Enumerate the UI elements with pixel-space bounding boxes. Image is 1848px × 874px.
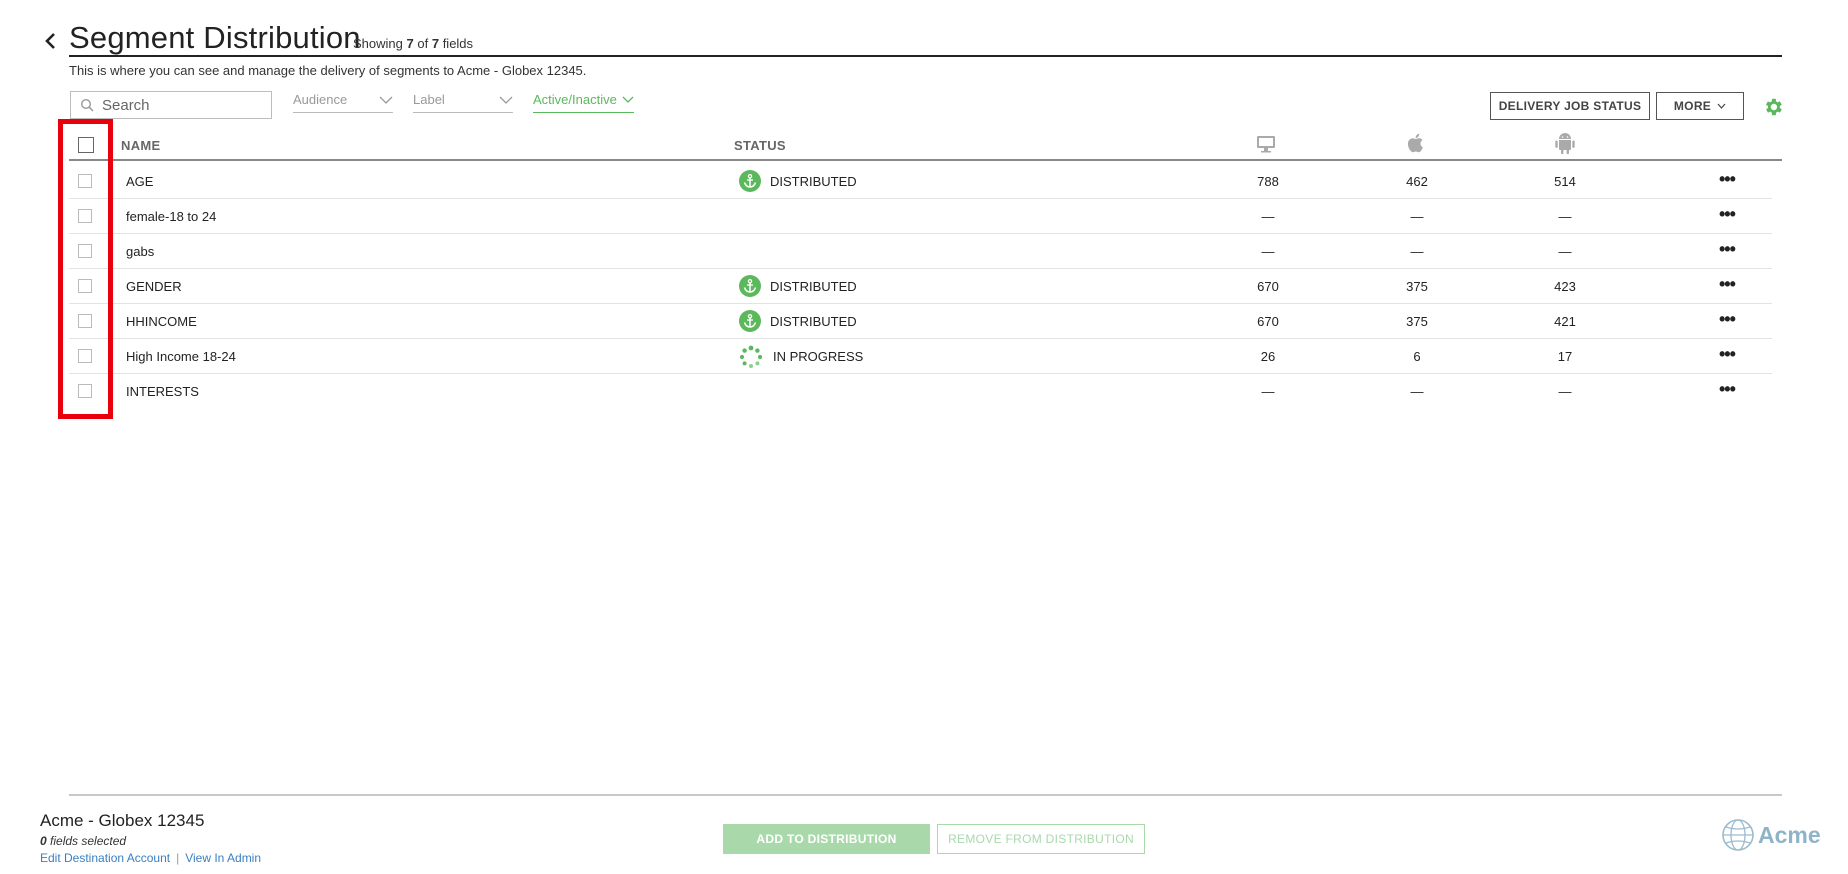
table-row[interactable]: gabs — — — •••: [69, 234, 1772, 269]
chevron-down-icon: [1717, 103, 1726, 109]
row-checkbox[interactable]: [78, 349, 92, 363]
anchor-icon: [739, 310, 761, 332]
page-subtitle: This is where you can see and manage the…: [69, 63, 587, 78]
brand-logo: Acme: [1721, 818, 1821, 852]
ios-count: —: [1410, 209, 1424, 224]
row-menu-icon[interactable]: •••: [1719, 240, 1736, 258]
row-menu-icon[interactable]: •••: [1719, 310, 1736, 328]
ios-count: 375: [1406, 314, 1428, 329]
desktop-count: —: [1261, 244, 1275, 259]
apple-icon: [1406, 133, 1424, 158]
ios-count: —: [1410, 384, 1424, 399]
delivery-job-status-button[interactable]: DELIVERY JOB STATUS: [1490, 92, 1650, 120]
footer-bar: Acme - Globex 12345 0 fields selected Ed…: [0, 798, 1848, 874]
edit-destination-link[interactable]: Edit Destination Account: [40, 851, 170, 865]
segment-name: INTERESTS: [126, 384, 199, 399]
ios-count: 375: [1406, 279, 1428, 294]
table-header: NAME STATUS: [69, 130, 1782, 161]
segment-name: HHINCOME: [126, 314, 197, 329]
status-text: DISTRIBUTED: [770, 279, 857, 294]
segment-name: High Income 18-24: [126, 349, 236, 364]
audience-filter[interactable]: Audience: [293, 91, 393, 113]
desktop-count: —: [1261, 384, 1275, 399]
row-menu-icon[interactable]: •••: [1719, 345, 1736, 363]
header-divider: [69, 55, 1782, 57]
row-checkbox[interactable]: [78, 314, 92, 328]
segment-name: GENDER: [126, 279, 182, 294]
table-row[interactable]: HHINCOME DISTRIBUTED 670 375 421 •••: [69, 304, 1772, 339]
table-row[interactable]: GENDER DISTRIBUTED 670 375 423 •••: [69, 269, 1772, 304]
gear-icon[interactable]: [1762, 96, 1784, 118]
active-inactive-filter[interactable]: Active/Inactive: [533, 91, 634, 113]
footer-links: Edit Destination Account | View In Admin: [40, 851, 261, 865]
segment-name: gabs: [126, 244, 155, 259]
add-to-distribution-button[interactable]: ADD TO DISTRIBUTION: [723, 824, 930, 854]
row-checkbox[interactable]: [78, 279, 92, 293]
ios-count: 6: [1413, 349, 1421, 364]
chevron-down-icon: [622, 96, 634, 103]
desktop-count: 788: [1257, 174, 1279, 189]
table-row[interactable]: AGE DISTRIBUTED 788 462 514 •••: [69, 164, 1772, 199]
label-filter[interactable]: Label: [413, 91, 513, 113]
field-count: Showing 7 of 7 fields: [353, 36, 474, 51]
desktop-count: 670: [1257, 314, 1279, 329]
spinner-icon: [739, 345, 763, 368]
search-input[interactable]: [100, 95, 264, 115]
link-separator: |: [176, 851, 180, 865]
android-count: —: [1558, 209, 1572, 224]
anchor-icon: [739, 275, 761, 297]
row-menu-icon[interactable]: •••: [1719, 380, 1736, 398]
android-count: 421: [1554, 314, 1576, 329]
fields-selected: 0 fields selected: [40, 834, 127, 848]
status-text: DISTRIBUTED: [770, 174, 857, 189]
android-count: —: [1558, 384, 1572, 399]
view-in-admin-link[interactable]: View In Admin: [185, 851, 261, 865]
chevron-down-icon: [499, 96, 513, 104]
row-checkbox[interactable]: [78, 384, 92, 398]
android-icon: [1555, 133, 1575, 160]
footer-divider: [69, 794, 1782, 796]
back-chevron-icon[interactable]: [40, 28, 62, 54]
desktop-icon: [1256, 134, 1276, 159]
row-checkbox[interactable]: [78, 209, 92, 223]
ios-count: 462: [1406, 174, 1428, 189]
search-icon: [80, 98, 94, 112]
ios-count: —: [1410, 244, 1424, 259]
search-box[interactable]: [70, 91, 272, 119]
column-status-header: STATUS: [734, 138, 786, 153]
row-menu-icon[interactable]: •••: [1719, 275, 1736, 293]
account-name: Acme - Globex 12345: [40, 811, 205, 830]
table-row[interactable]: High Income 18-24 IN PROGRESS 26 6 17 ••…: [69, 339, 1772, 374]
brand-name: Acme: [1758, 821, 1821, 848]
page-title: Segment Distribution: [69, 20, 361, 55]
row-menu-icon[interactable]: •••: [1719, 170, 1736, 188]
row-menu-icon[interactable]: •••: [1719, 205, 1736, 223]
desktop-count: 670: [1257, 279, 1279, 294]
table-row[interactable]: INTERESTS — — — •••: [69, 374, 1772, 409]
globe-icon: [1722, 819, 1754, 851]
status-text: DISTRIBUTED: [770, 314, 857, 329]
desktop-count: —: [1261, 209, 1275, 224]
column-name-header: NAME: [121, 138, 161, 153]
select-all-checkbox[interactable]: [78, 137, 94, 153]
desktop-count: 26: [1260, 349, 1276, 364]
row-checkbox[interactable]: [78, 244, 92, 258]
status-text: IN PROGRESS: [773, 349, 864, 364]
chevron-down-icon: [379, 96, 393, 104]
android-count: 514: [1554, 174, 1576, 189]
segment-name: AGE: [126, 174, 154, 189]
android-count: 17: [1557, 349, 1573, 364]
segment-name: female-18 to 24: [126, 209, 217, 224]
more-button[interactable]: MORE: [1656, 92, 1744, 120]
android-count: —: [1558, 244, 1572, 259]
row-checkbox[interactable]: [78, 174, 92, 188]
table-row[interactable]: female-18 to 24 — — — •••: [69, 199, 1772, 234]
android-count: 423: [1554, 279, 1576, 294]
anchor-icon: [739, 170, 761, 192]
remove-from-distribution-button[interactable]: REMOVE FROM DISTRIBUTION: [937, 824, 1145, 854]
